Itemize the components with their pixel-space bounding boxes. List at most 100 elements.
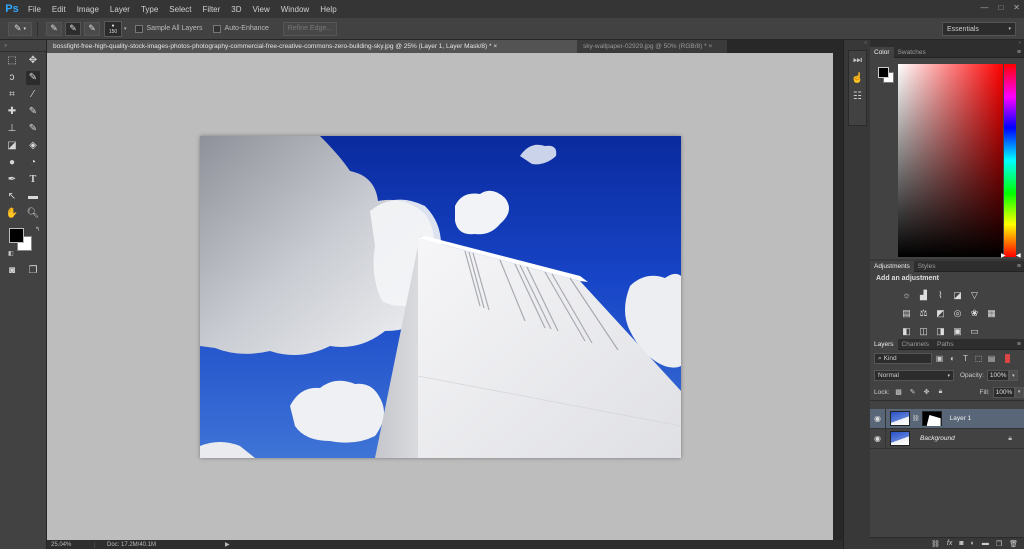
opacity-input[interactable]: 100% [986,370,1009,381]
tab-styles[interactable]: Styles [914,261,940,272]
vibrance-icon[interactable]: ▽ [968,289,981,302]
quick-selection-tool-icon[interactable]: ✎ [26,70,40,85]
zoom-tool-icon[interactable]: 🔍︎ [26,207,40,221]
tool-preset-picker[interactable]: ✎ ▾ [8,21,32,36]
tab-bossfight-document[interactable]: bossfight-free-high-quality-stock-images… [47,40,577,53]
tab-sky-wallpaper-document[interactable]: sky-wallpaper-02929.jpg @ 50% (RGB/8) * … [577,40,727,53]
screen-mode-icon[interactable]: ❐ [26,264,40,278]
menu-help[interactable]: Help [316,5,343,14]
color-panel-foreground-swatch[interactable] [878,67,889,78]
add-mask-icon[interactable]: ◙ [959,540,963,547]
new-selection-button[interactable]: ✎ [46,21,62,36]
default-colors-icon[interactable]: ◧ [8,250,14,257]
fill-slider-toggle[interactable]: ▾ [1014,386,1024,398]
posterize-icon[interactable]: ◫ [917,325,930,338]
tools-grip[interactable]: » [0,40,46,52]
link-icon[interactable]: ⛓ [912,415,920,422]
type-filter-icon[interactable]: T [960,353,971,364]
menu-view[interactable]: View [249,5,277,14]
link-layers-icon[interactable]: ⛓ [931,540,940,548]
brush-size-picker[interactable]: ● 150 [104,20,122,37]
menu-filter[interactable]: Filter [199,5,228,14]
layer-kind-filter[interactable]: ⌕ Kind [874,353,932,364]
photo-filter-icon[interactable]: ◎ [951,307,964,320]
layer-name[interactable]: Layer 1 [950,415,972,422]
exposure-icon[interactable]: ◪ [951,289,964,302]
layer-mask-thumbnail[interactable] [921,411,942,426]
tab-channels[interactable]: Channels [898,339,933,350]
fx-icon[interactable]: fx [947,540,952,547]
eraser-tool-icon[interactable]: ◪ [5,139,19,153]
levels-icon[interactable]: ▟ [917,289,930,302]
hue-slider[interactable] [1004,64,1016,257]
subtract-from-selection-button[interactable]: ✎ [84,21,100,36]
color-lookup-icon[interactable]: ▦ [985,307,998,320]
blur-tool-icon[interactable]: ● [5,156,19,170]
refine-edge-button[interactable]: Refine Edge... [282,21,337,36]
close-icon[interactable]: × [708,43,712,50]
blend-mode-select[interactable]: Normal ▾ [874,370,954,381]
lock-transparent-pixels-icon[interactable]: ▩ [894,387,904,397]
new-adjustment-layer-icon[interactable]: ◐ [971,540,975,547]
menu-edit[interactable]: Edit [48,5,73,14]
history-icon[interactable]: ⏭ [849,51,866,69]
shape-filter-icon[interactable]: ⬚ [973,353,984,364]
lock-image-pixels-icon[interactable]: ✎ [908,387,918,397]
gradient-map-icon[interactable]: ▭ [968,325,981,338]
new-layer-icon[interactable]: ❐ [996,540,1002,548]
chevron-down-icon[interactable]: ▾ [124,26,127,32]
lock-icon[interactable]: 🔒︎ [1008,435,1012,443]
canvas-area[interactable] [47,53,833,540]
channel-mixer-icon[interactable]: ❀ [968,307,981,320]
panel-menu-icon[interactable]: ≡ [1017,263,1024,270]
clone-stamp-tool-icon[interactable]: ⊥ [5,122,19,136]
layer-row-background[interactable]: ◉ Background 🔒︎ [870,428,1024,449]
tab-color[interactable]: Color [870,46,894,58]
menu-select[interactable]: Select [165,5,198,14]
workspace-select[interactable]: Essentials ▾ [942,22,1016,36]
move-tool-icon[interactable]: ✥ [26,54,40,68]
history-brush-tool-icon[interactable]: ✎ [26,122,40,136]
swap-colors-icon[interactable]: ↰ [35,226,40,233]
menu-type[interactable]: Type [137,5,165,14]
auto-enhance-checkbox[interactable] [212,24,221,33]
menu-layer[interactable]: Layer [106,5,137,14]
type-tool-icon[interactable]: T [26,173,40,187]
restore-button[interactable]: □ [998,3,1003,12]
menu-window[interactable]: Window [277,5,316,14]
layer-name[interactable]: Background [920,435,955,442]
new-group-icon[interactable]: ▬ [982,540,989,547]
close-icon[interactable]: × [493,43,497,50]
quick-mask-icon[interactable]: ◙ [5,264,19,278]
layer-thumbnail[interactable] [890,431,910,446]
minimize-button[interactable]: — [980,3,988,12]
rectangle-tool-icon[interactable]: ▬ [26,190,40,204]
threshold-icon[interactable]: ◨ [934,325,947,338]
tab-adjustments[interactable]: Adjustments [870,260,914,272]
color-field[interactable] [898,64,1003,257]
tab-swatches[interactable]: Swatches [894,47,930,58]
lock-position-icon[interactable]: ✥ [922,387,932,397]
menu-file[interactable]: File [24,5,48,14]
smart-object-filter-icon[interactable]: ▤ [986,353,997,364]
properties-hand-icon[interactable]: ☝ [849,69,866,87]
black-white-icon[interactable]: ◩ [934,307,947,320]
dock-collapse-icon[interactable]: « [844,40,870,46]
dodge-tool-icon[interactable]: ◔ [26,156,40,170]
marquee-tool-icon[interactable]: ⬚ [5,54,19,68]
hand-tool-icon[interactable]: ✋ [5,207,19,221]
foreground-color-swatch[interactable] [9,228,24,243]
color-balance-icon[interactable]: ⚖ [917,307,930,320]
zoom-level[interactable]: 25.04% [47,541,95,548]
panel-menu-icon[interactable]: ≡ [1017,49,1024,56]
fill-input[interactable]: 100% [992,386,1015,398]
pen-tool-icon[interactable]: ✒ [5,173,19,187]
lock-all-icon[interactable]: 🔒︎ [936,387,946,397]
document-canvas[interactable] [200,136,681,458]
add-to-selection-button[interactable]: ✎ [65,21,81,36]
tab-paths[interactable]: Paths [933,339,958,350]
path-selection-tool-icon[interactable]: ↖ [5,190,19,204]
brightness-contrast-icon[interactable]: ☼ [900,289,913,302]
brush-tool-icon[interactable]: ✎ [26,105,40,119]
filter-toggle[interactable] [1005,354,1010,363]
